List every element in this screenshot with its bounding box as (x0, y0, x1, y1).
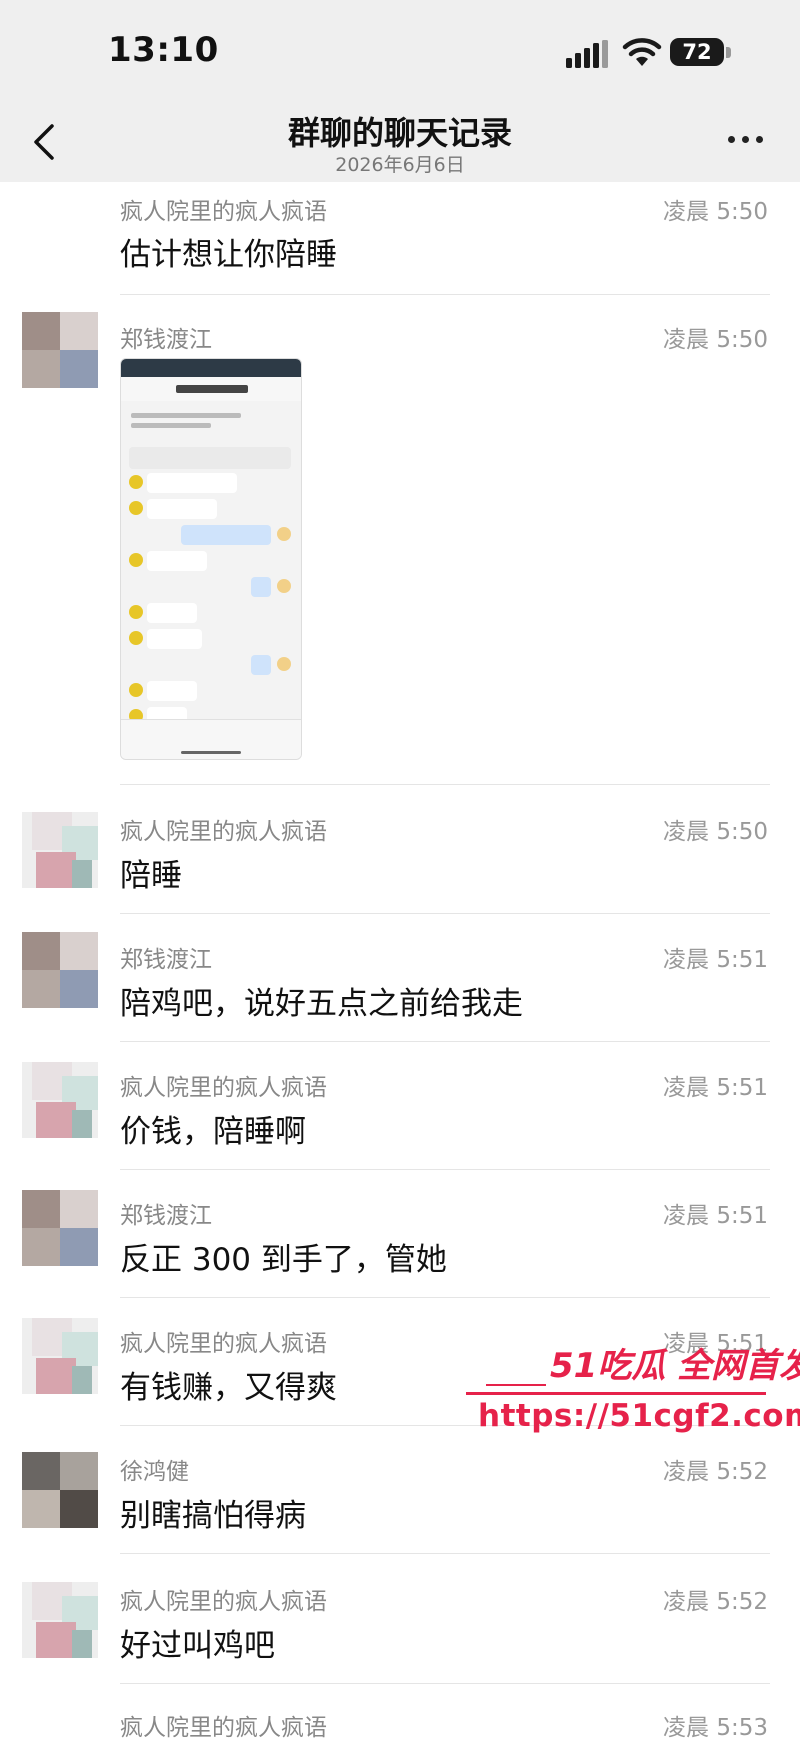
message-text[interactable]: 反正 300 到手了，管她 (120, 1234, 447, 1279)
more-icon[interactable] (726, 128, 766, 152)
status-time: 13:10 (108, 30, 219, 70)
message-sender: 疯人院里的疯人疯语 (120, 1331, 327, 1357)
message-sender: 疯人院里的疯人疯语 (120, 1715, 327, 1741)
message-text[interactable]: 估计想让你陪睡 (120, 229, 337, 274)
message-sender: 郑钱渡江 (120, 1203, 212, 1229)
watermark-url: https://51cgf2.com (478, 1398, 800, 1434)
avatar[interactable] (22, 1062, 98, 1138)
top-bar: 13:10 72 群聊的聊天记录 2026年6月6日 (0, 0, 800, 182)
avatar[interactable] (22, 1318, 98, 1394)
message-time: 凌晨 5:50 (663, 199, 768, 225)
watermark-brand: 51吃瓜 全网首发 (550, 1346, 800, 1386)
cellular-signal-icon (566, 40, 608, 68)
screenshot-thumbnail[interactable] (120, 358, 302, 760)
wifi-icon (622, 38, 662, 66)
message-text[interactable]: 别瞎搞怕得病 (120, 1490, 306, 1535)
message-divider (120, 294, 770, 295)
message-text[interactable]: 好过叫鸡吧 (120, 1620, 275, 1665)
battery-level: 72 (682, 40, 712, 64)
message-text[interactable]: 陪鸡吧，说好五点之前给我走 (120, 978, 523, 1023)
avatar[interactable] (22, 312, 98, 388)
message-divider (120, 1169, 770, 1170)
message-text[interactable]: 价钱，陪睡啊 (120, 1106, 306, 1151)
avatar[interactable] (22, 1582, 98, 1658)
status-bar: 13:10 72 (0, 0, 800, 100)
message-divider (120, 1297, 770, 1298)
message-text[interactable]: 有钱赚，又得爽 (120, 1362, 337, 1407)
message-divider (120, 913, 770, 914)
message-sender: 疯人院里的疯人疯语 (120, 1589, 327, 1615)
navigation-bar: 群聊的聊天记录 2026年6月6日 (0, 100, 800, 182)
message-sender: 疯人院里的疯人疯语 (120, 819, 327, 845)
page-date: 2026年6月6日 (335, 154, 465, 176)
message-sender: 疯人院里的疯人疯语 (120, 1075, 327, 1101)
message-sender: 郑钱渡江 (120, 947, 212, 973)
message-divider (120, 784, 770, 785)
message-time: 凌晨 5:51 (663, 1075, 768, 1101)
message-divider (120, 1041, 770, 1042)
avatar[interactable] (22, 1190, 98, 1266)
message-time: 凌晨 5:52 (663, 1459, 768, 1485)
message-time: 凌晨 5:53 (663, 1715, 768, 1741)
battery-icon: 72 (670, 38, 732, 68)
avatar[interactable] (22, 932, 98, 1008)
watermark: 51吃瓜 全网首发 https://51cgf2.com (466, 1338, 800, 1448)
avatar[interactable] (22, 1452, 98, 1528)
message-sender: 徐鸿健 (120, 1459, 189, 1485)
message-time: 凌晨 5:50 (663, 819, 768, 845)
message-text[interactable]: 陪睡 (120, 850, 182, 895)
message-sender: 郑钱渡江 (120, 327, 212, 353)
message-time: 凌晨 5:52 (663, 1589, 768, 1615)
page-title: 群聊的聊天记录 (287, 114, 512, 152)
avatar[interactable] (22, 812, 98, 888)
message-time: 凌晨 5:51 (663, 947, 768, 973)
message-divider (120, 1683, 770, 1684)
message-sender: 疯人院里的疯人疯语 (120, 199, 327, 225)
message-time: 凌晨 5:50 (663, 327, 768, 353)
message-time: 凌晨 5:51 (663, 1203, 768, 1229)
message-divider (120, 1553, 770, 1554)
